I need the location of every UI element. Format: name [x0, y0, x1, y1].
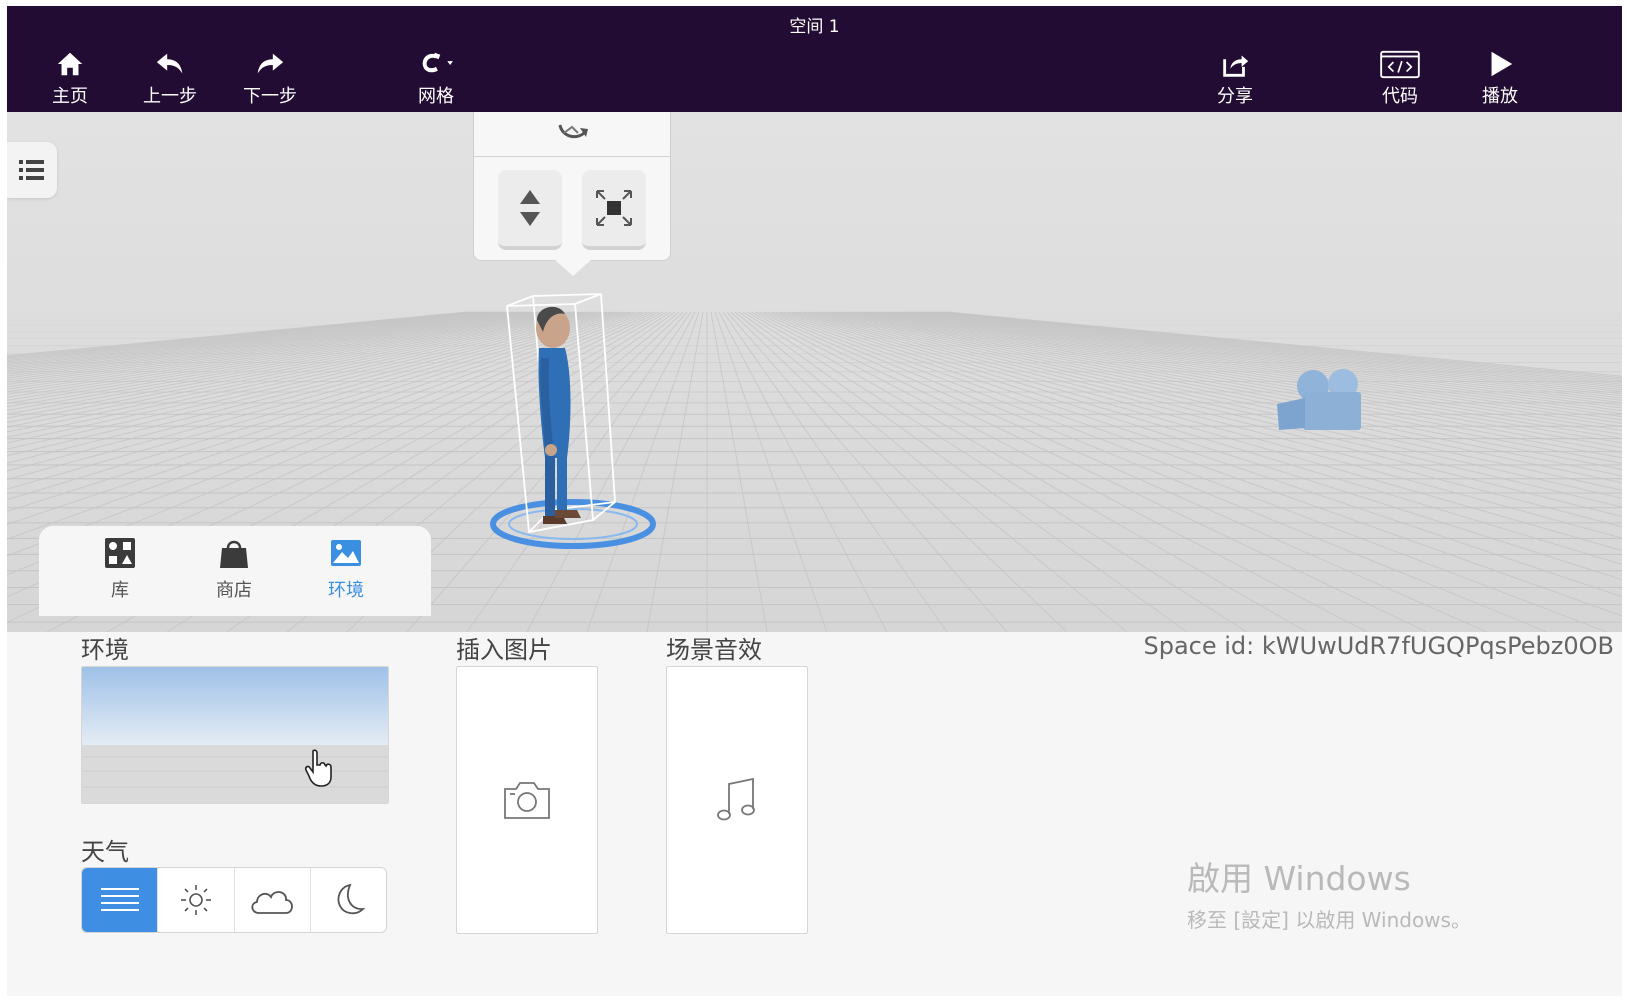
camera-icon	[504, 782, 550, 819]
weather-fog-button[interactable]	[82, 868, 159, 932]
insert-image-card[interactable]	[456, 666, 598, 934]
magnet-icon	[422, 52, 453, 73]
outline-toggle-button[interactable]	[7, 142, 57, 198]
cloud-icon	[251, 891, 294, 914]
code-icon	[1380, 50, 1420, 79]
redo-label: 下一步	[243, 86, 297, 107]
code-label: 代码	[1382, 86, 1418, 107]
weather-night-button[interactable]	[311, 868, 386, 932]
tab-library[interactable]: 库	[65, 536, 175, 606]
home-label: 主页	[52, 86, 88, 107]
camera-model[interactable]	[1267, 362, 1377, 442]
tab-environment[interactable]: 环境	[291, 536, 401, 606]
play-icon	[1491, 51, 1513, 77]
library-icon	[105, 538, 135, 568]
shop-bag-icon	[220, 540, 248, 568]
scale-button[interactable]	[582, 170, 646, 250]
rotate-icon	[558, 124, 588, 139]
environment-icon	[331, 540, 361, 566]
tab-shop-label: 商店	[216, 580, 252, 601]
environment-section-label: 环境	[81, 636, 129, 664]
space-id-text: Space id: kWUwUdR7fUGQPqsPebz0OB	[1143, 632, 1614, 660]
code-button[interactable]: 代码	[1355, 48, 1445, 108]
environment-preview[interactable]	[81, 666, 389, 804]
tab-environment-label: 环境	[328, 580, 364, 601]
environment-panel: 环境 天气 插入图片 场景音效 Space id: kWUwUdR7fUGQPq…	[7, 600, 1622, 996]
sun-icon	[180, 885, 211, 915]
redo-button[interactable]: 下一步	[225, 48, 315, 108]
weather-sunny-button[interactable]	[158, 868, 235, 932]
redo-icon	[257, 53, 284, 74]
share-label: 分享	[1217, 86, 1253, 107]
music-note-icon	[717, 777, 755, 821]
list-icon	[19, 160, 44, 180]
home-button[interactable]: 主页	[25, 48, 115, 108]
top-toolbar: 空间 1 主页 上一步 下一步 网格 分享 代码 播放	[7, 6, 1622, 112]
undo-label: 上一步	[143, 86, 197, 107]
watermark-title: 啟用 Windows	[1187, 859, 1411, 898]
weather-selector	[81, 867, 387, 933]
share-button[interactable]: 分享	[1190, 48, 1280, 108]
home-icon	[57, 52, 83, 76]
tab-shop[interactable]: 商店	[179, 536, 289, 606]
window-title: 空间 1	[789, 17, 840, 37]
move-vertical-button[interactable]	[498, 170, 562, 250]
grid-label: 网格	[418, 86, 454, 107]
hand-cursor-icon	[305, 749, 332, 787]
undo-button[interactable]: 上一步	[125, 48, 215, 108]
app-window: 空间 1 主页 上一步 下一步 网格 分享 代码 播放 库 商店 环境 环境 天…	[7, 6, 1622, 996]
character-model[interactable]	[487, 288, 677, 564]
popover-pointer	[555, 260, 591, 276]
grid-snap-button[interactable]: 网格	[391, 48, 481, 108]
share-icon	[1223, 55, 1249, 77]
weather-cloudy-button[interactable]	[235, 868, 311, 932]
moon-icon	[337, 883, 366, 915]
transform-popover	[473, 112, 671, 261]
undo-icon	[156, 53, 183, 74]
rotate-button[interactable]	[474, 112, 670, 157]
insert-image-label: 插入图片	[456, 636, 552, 664]
scene-sound-label: 场景音效	[666, 636, 762, 664]
tab-library-label: 库	[111, 580, 129, 601]
watermark-subtitle: 移至 [設定] 以啟用 Windows。	[1187, 908, 1471, 932]
scene-sound-card[interactable]	[666, 666, 808, 934]
weather-section-label: 天气	[81, 838, 129, 866]
windows-activation-watermark: 啟用 Windows 移至 [設定] 以啟用 Windows。	[1187, 852, 1471, 933]
play-label: 播放	[1482, 86, 1518, 107]
environment-thumbnail	[82, 667, 388, 803]
scale-icon	[596, 190, 632, 226]
move-vertical-icon	[520, 190, 540, 226]
play-button[interactable]: 播放	[1455, 48, 1545, 108]
fog-lines-icon	[100, 888, 139, 911]
